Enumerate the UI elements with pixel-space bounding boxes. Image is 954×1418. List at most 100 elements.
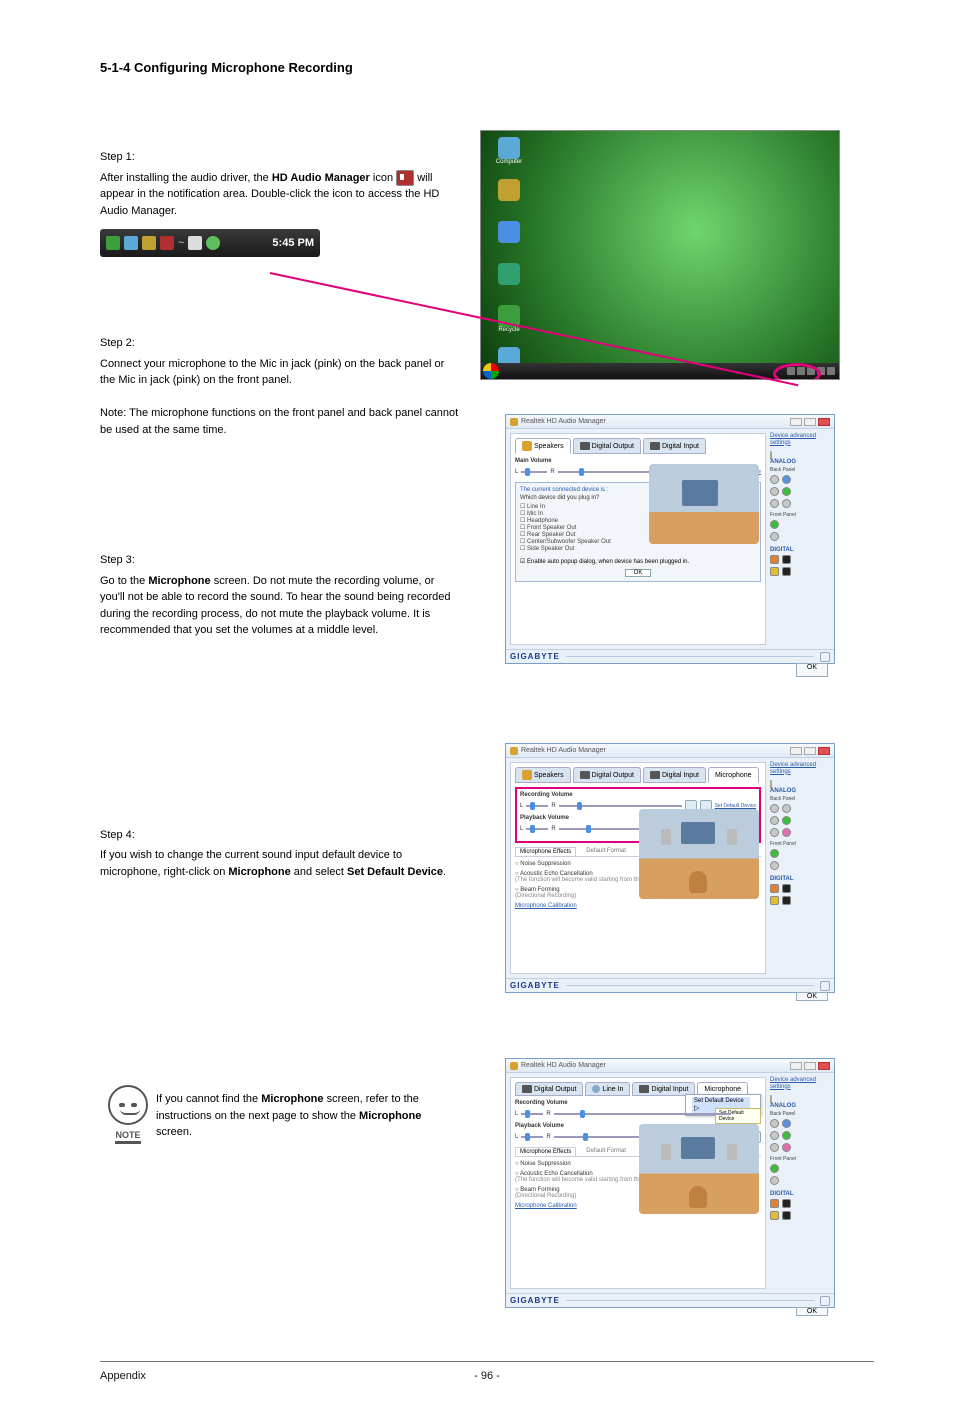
panel-ok-button[interactable]: OK [796, 992, 828, 1001]
jack[interactable] [770, 567, 779, 576]
jack[interactable] [770, 849, 779, 858]
jack[interactable] [770, 804, 779, 813]
tab-default-format[interactable]: Default Format [582, 847, 630, 856]
minimize-button[interactable] [790, 1062, 802, 1070]
tab-mic-effects[interactable]: Microphone Effects [515, 847, 576, 856]
digital-label: DIGITAL [770, 1191, 830, 1197]
footer-rule [100, 1361, 874, 1362]
audio-manager-panel-1: Realtek HD Audio Manager Speakers Digita… [505, 414, 835, 664]
device-advanced-link[interactable]: Device advanced settings [770, 1077, 830, 1090]
jack[interactable] [770, 1119, 779, 1128]
jack[interactable] [782, 804, 791, 813]
info-button[interactable] [820, 652, 830, 662]
jack[interactable] [770, 1143, 779, 1152]
panel-ok-button[interactable]: OK [796, 1307, 828, 1316]
section-title: 5-1-4 Configuring Microphone Recording [100, 60, 874, 75]
jack[interactable] [782, 896, 791, 905]
minimize-button[interactable] [790, 418, 802, 426]
popup-option[interactable]: ☐ Side Speaker Out [520, 545, 756, 552]
jack[interactable] [782, 1199, 791, 1208]
tab-digital-input[interactable]: Digital Input [643, 767, 706, 783]
tab-digital-input[interactable]: Digital Input [643, 438, 706, 454]
close-button[interactable] [818, 418, 830, 426]
balance-slider[interactable] [526, 805, 548, 807]
gigabyte-logo: GIGABYTE [510, 652, 560, 661]
info-button[interactable] [820, 981, 830, 991]
tab-digital-output[interactable]: Digital Output [573, 767, 641, 783]
jack[interactable] [770, 555, 779, 564]
device-advanced-link[interactable]: Device advanced settings [770, 762, 830, 775]
minimize-button[interactable] [790, 747, 802, 755]
balance-slider[interactable] [521, 1113, 543, 1115]
popup-ok-button[interactable]: OK [625, 569, 651, 577]
recording-volume-slider[interactable] [559, 805, 682, 807]
tab-default-format[interactable]: Default Format [582, 1147, 630, 1156]
jack[interactable] [770, 487, 779, 496]
tab-line-in[interactable]: Line In [585, 1082, 630, 1096]
jack[interactable] [782, 499, 791, 508]
info-button[interactable] [820, 1296, 830, 1306]
footer-section: Appendix [100, 1370, 146, 1382]
jack[interactable] [782, 828, 791, 837]
app-icon [510, 1062, 518, 1070]
device-advanced-link[interactable]: Device advanced settings [770, 433, 830, 446]
tab-digital-output[interactable]: Digital Output [515, 1082, 583, 1096]
mic-calibration-link[interactable]: Microphone Calibration [515, 1203, 577, 1209]
jack[interactable] [782, 816, 791, 825]
maximize-button[interactable] [804, 747, 816, 755]
jack[interactable] [782, 1131, 791, 1140]
balance-slider[interactable] [521, 471, 547, 473]
jack[interactable] [782, 487, 791, 496]
jack[interactable] [782, 1211, 791, 1220]
jack[interactable] [770, 828, 779, 837]
tab-speakers[interactable]: Speakers [515, 767, 571, 783]
back-panel-label: Back Panel [770, 1111, 830, 1117]
analog-label: ANALOG [770, 459, 830, 465]
mic-calibration-link[interactable]: Microphone Calibration [515, 903, 577, 909]
jack[interactable] [770, 532, 779, 541]
tab-speakers[interactable]: Speakers [515, 438, 571, 454]
jack[interactable] [782, 475, 791, 484]
close-button[interactable] [818, 1062, 830, 1070]
jack[interactable] [770, 1164, 779, 1173]
recording-volume-slider[interactable] [554, 1113, 731, 1115]
maximize-button[interactable] [804, 418, 816, 426]
balance-slider[interactable] [526, 828, 548, 830]
digital-label: DIGITAL [770, 876, 830, 882]
jack[interactable] [770, 499, 779, 508]
tab-mic-effects[interactable]: Microphone Effects [515, 1147, 576, 1156]
jack[interactable] [782, 1143, 791, 1152]
jack[interactable] [770, 1176, 779, 1185]
start-button[interactable] [483, 363, 499, 379]
jack[interactable] [770, 1131, 779, 1140]
step1-title: Step 1: [100, 149, 460, 166]
jack[interactable] [770, 896, 779, 905]
auto-popup-checkbox[interactable]: ☑ Enable auto popup dialog, when device … [520, 558, 756, 565]
jack[interactable] [782, 884, 791, 893]
jack[interactable] [770, 1211, 779, 1220]
jack[interactable] [770, 816, 779, 825]
panel-ok-button[interactable]: OK [796, 663, 828, 677]
jack[interactable] [770, 475, 779, 484]
close-button[interactable] [818, 747, 830, 755]
tab-digital-output[interactable]: Digital Output [573, 438, 641, 454]
jack[interactable] [770, 884, 779, 893]
jack[interactable] [770, 861, 779, 870]
jack[interactable] [782, 555, 791, 564]
tab-microphone[interactable]: Microphone [708, 767, 759, 783]
hd-audio-tray-icon[interactable] [160, 236, 174, 250]
window-title: Realtek HD Audio Manager [521, 747, 606, 754]
analog-label: ANALOG [770, 788, 830, 794]
jack[interactable] [782, 567, 791, 576]
gigabyte-logo: GIGABYTE [510, 981, 560, 990]
jack[interactable] [770, 1199, 779, 1208]
jack[interactable] [782, 1119, 791, 1128]
step2-title: Step 2: [100, 335, 460, 352]
step4-body: If you wish to change the current sound … [100, 847, 460, 880]
mic-room-illustration [639, 1124, 759, 1214]
window-titlebar: Realtek HD Audio Manager [506, 744, 834, 758]
front-panel-label: Front Panel [770, 841, 830, 847]
jack[interactable] [770, 520, 779, 529]
balance-slider[interactable] [521, 1136, 543, 1138]
maximize-button[interactable] [804, 1062, 816, 1070]
